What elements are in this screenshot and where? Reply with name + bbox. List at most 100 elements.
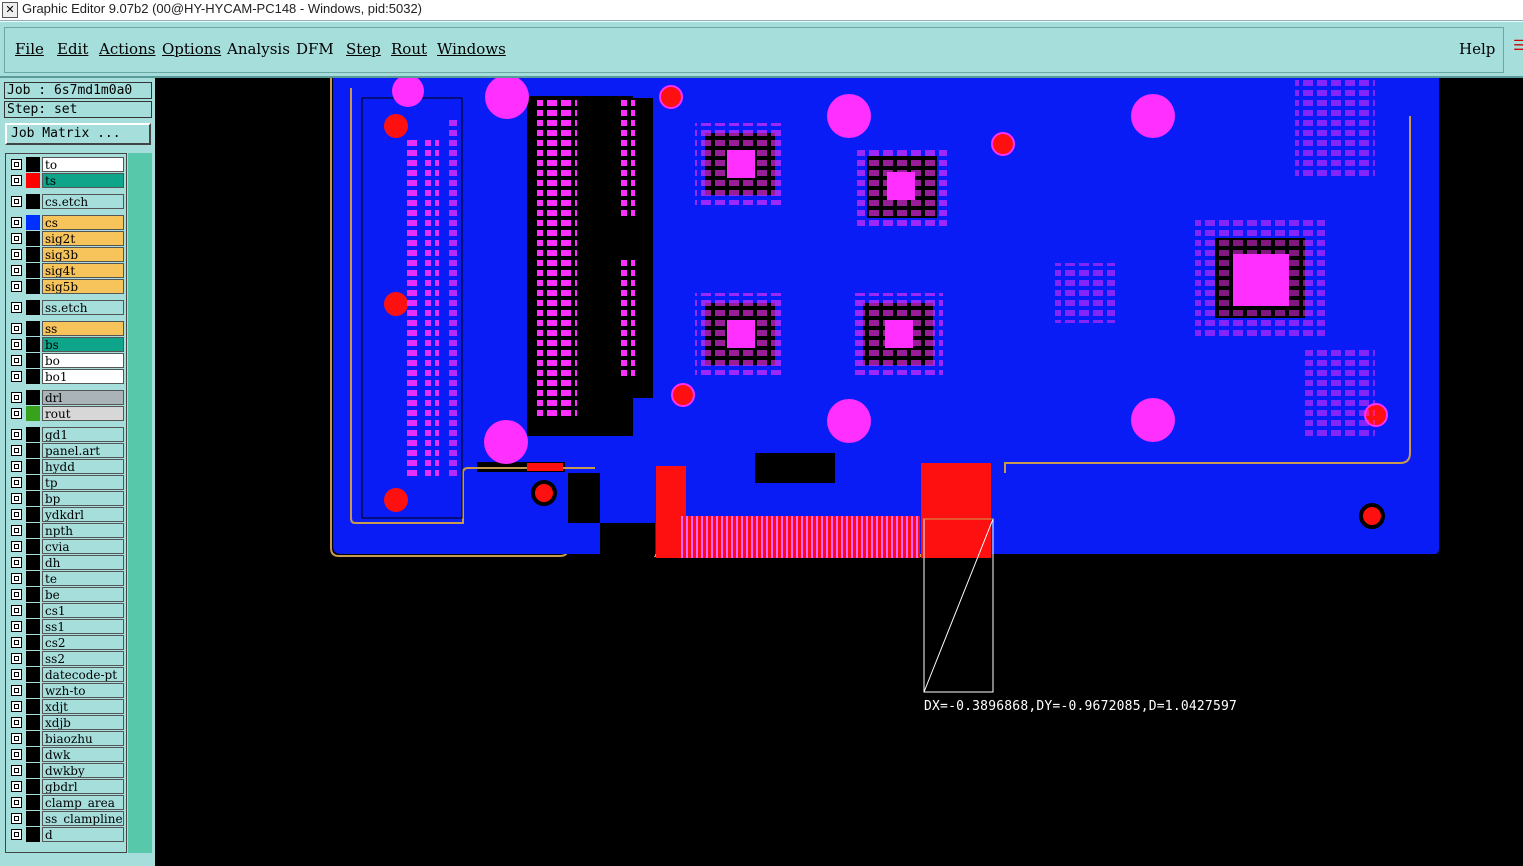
- layer-row-be[interactable]: be: [9, 587, 127, 602]
- layer-checkbox[interactable]: [11, 813, 22, 824]
- layer-checkbox[interactable]: [11, 323, 22, 334]
- layer-color-swatch[interactable]: [26, 555, 40, 570]
- layer-color-swatch[interactable]: [26, 247, 40, 262]
- menu-windows[interactable]: Windows: [437, 40, 506, 58]
- layer-checkbox[interactable]: [11, 797, 22, 808]
- layer-checkbox[interactable]: [11, 477, 22, 488]
- layer-row-cs[interactable]: cs: [9, 215, 127, 230]
- layer-color-swatch[interactable]: [26, 475, 40, 490]
- layer-color-swatch[interactable]: [26, 157, 40, 172]
- layer-row-datecode-pt[interactable]: datecode-pt: [9, 667, 127, 682]
- menu-analysis[interactable]: Analysis: [227, 40, 290, 58]
- layer-color-swatch[interactable]: [26, 619, 40, 634]
- layer-checkbox[interactable]: [11, 653, 22, 664]
- menu-actions[interactable]: Actions: [99, 40, 155, 58]
- layer-color-swatch[interactable]: [26, 194, 40, 209]
- layer-checkbox[interactable]: [11, 493, 22, 504]
- layer-checkbox[interactable]: [11, 637, 22, 648]
- layer-checkbox[interactable]: [11, 196, 22, 207]
- layer-row-gbdrl[interactable]: gbdrl: [9, 779, 127, 794]
- layer-row-sig5b[interactable]: sig5b: [9, 279, 127, 294]
- job-matrix-button[interactable]: Job Matrix ...: [5, 123, 151, 145]
- layer-color-swatch[interactable]: [26, 667, 40, 682]
- layer-row-bo[interactable]: bo: [9, 353, 127, 368]
- layer-checkbox[interactable]: [11, 445, 22, 456]
- layer-checkbox[interactable]: [11, 509, 22, 520]
- layer-row-npth[interactable]: npth: [9, 523, 127, 538]
- layer-color-swatch[interactable]: [26, 731, 40, 746]
- layer-color-swatch[interactable]: [26, 231, 40, 246]
- layer-row-cs-etch[interactable]: cs.etch: [9, 194, 127, 209]
- layer-row-to[interactable]: to: [9, 157, 127, 172]
- layer-color-swatch[interactable]: [26, 715, 40, 730]
- layer-checkbox[interactable]: [11, 249, 22, 260]
- layer-color-swatch[interactable]: [26, 635, 40, 650]
- layer-row-tp[interactable]: tp: [9, 475, 127, 490]
- layer-checkbox[interactable]: [11, 159, 22, 170]
- layer-checkbox[interactable]: [11, 605, 22, 616]
- layer-row-rout[interactable]: rout: [9, 406, 127, 421]
- layer-row-ss-etch[interactable]: ss.etch: [9, 300, 127, 315]
- layer-color-swatch[interactable]: [26, 603, 40, 618]
- layer-row-ss[interactable]: ss: [9, 321, 127, 336]
- layer-row-panel-art[interactable]: panel.art: [9, 443, 127, 458]
- layer-checkbox[interactable]: [11, 281, 22, 292]
- layer-color-swatch[interactable]: [26, 443, 40, 458]
- layer-row-bp[interactable]: bp: [9, 491, 127, 506]
- layer-checkbox[interactable]: [11, 175, 22, 186]
- layer-color-swatch[interactable]: [26, 390, 40, 405]
- layer-color-swatch[interactable]: [26, 779, 40, 794]
- layer-checkbox[interactable]: [11, 525, 22, 536]
- graphic-canvas[interactable]: [155, 78, 1523, 866]
- layer-row-xdjb[interactable]: xdjb: [9, 715, 127, 730]
- layer-color-swatch[interactable]: [26, 321, 40, 336]
- layer-checkbox[interactable]: [11, 765, 22, 776]
- layer-checkbox[interactable]: [11, 685, 22, 696]
- menu-help[interactable]: Help: [1459, 40, 1495, 58]
- layer-color-swatch[interactable]: [26, 459, 40, 474]
- layer-row-ydkdrl[interactable]: ydkdrl: [9, 507, 127, 522]
- layer-color-swatch[interactable]: [26, 300, 40, 315]
- layer-row-biaozhu[interactable]: biaozhu: [9, 731, 127, 746]
- layer-row-cs1[interactable]: cs1: [9, 603, 127, 618]
- layer-color-swatch[interactable]: [26, 683, 40, 698]
- layer-color-swatch[interactable]: [26, 747, 40, 762]
- layer-checkbox[interactable]: [11, 217, 22, 228]
- layer-row-cs2[interactable]: cs2: [9, 635, 127, 650]
- layer-row-dwk[interactable]: dwk: [9, 747, 127, 762]
- layer-color-swatch[interactable]: [26, 173, 40, 188]
- layer-row-drl[interactable]: drl: [9, 390, 127, 405]
- layer-row-ss2[interactable]: ss2: [9, 651, 127, 666]
- menu-dfm[interactable]: DFM: [296, 40, 334, 58]
- layer-color-swatch[interactable]: [26, 406, 40, 421]
- layer-checkbox[interactable]: [11, 749, 22, 760]
- menu-options[interactable]: Options: [162, 40, 221, 58]
- menu-rout[interactable]: Rout: [391, 40, 427, 58]
- layer-color-swatch[interactable]: [26, 763, 40, 778]
- layer-row-bo1[interactable]: bo1: [9, 369, 127, 384]
- layer-color-swatch[interactable]: [26, 699, 40, 714]
- layer-checkbox[interactable]: [11, 408, 22, 419]
- layer-row-ss1[interactable]: ss1: [9, 619, 127, 634]
- layer-color-swatch[interactable]: [26, 337, 40, 352]
- layer-checkbox[interactable]: [11, 621, 22, 632]
- menu-file[interactable]: File: [15, 40, 44, 58]
- layer-list-scrollbar[interactable]: [128, 153, 152, 853]
- layer-checkbox[interactable]: [11, 829, 22, 840]
- layer-color-swatch[interactable]: [26, 427, 40, 442]
- layer-checkbox[interactable]: [11, 233, 22, 244]
- layer-row-ss-clampline[interactable]: ss_clampline: [9, 811, 127, 826]
- layer-checkbox[interactable]: [11, 265, 22, 276]
- layer-checkbox[interactable]: [11, 339, 22, 350]
- layer-row-clamp-area[interactable]: clamp_area: [9, 795, 127, 810]
- layer-row-sig4t[interactable]: sig4t: [9, 263, 127, 278]
- layer-color-swatch[interactable]: [26, 215, 40, 230]
- layer-color-swatch[interactable]: [26, 587, 40, 602]
- layer-checkbox[interactable]: [11, 557, 22, 568]
- layer-color-swatch[interactable]: [26, 369, 40, 384]
- layer-color-swatch[interactable]: [26, 811, 40, 826]
- layer-checkbox[interactable]: [11, 302, 22, 313]
- layer-row-cvia[interactable]: cvia: [9, 539, 127, 554]
- layer-color-swatch[interactable]: [26, 651, 40, 666]
- layer-color-swatch[interactable]: [26, 279, 40, 294]
